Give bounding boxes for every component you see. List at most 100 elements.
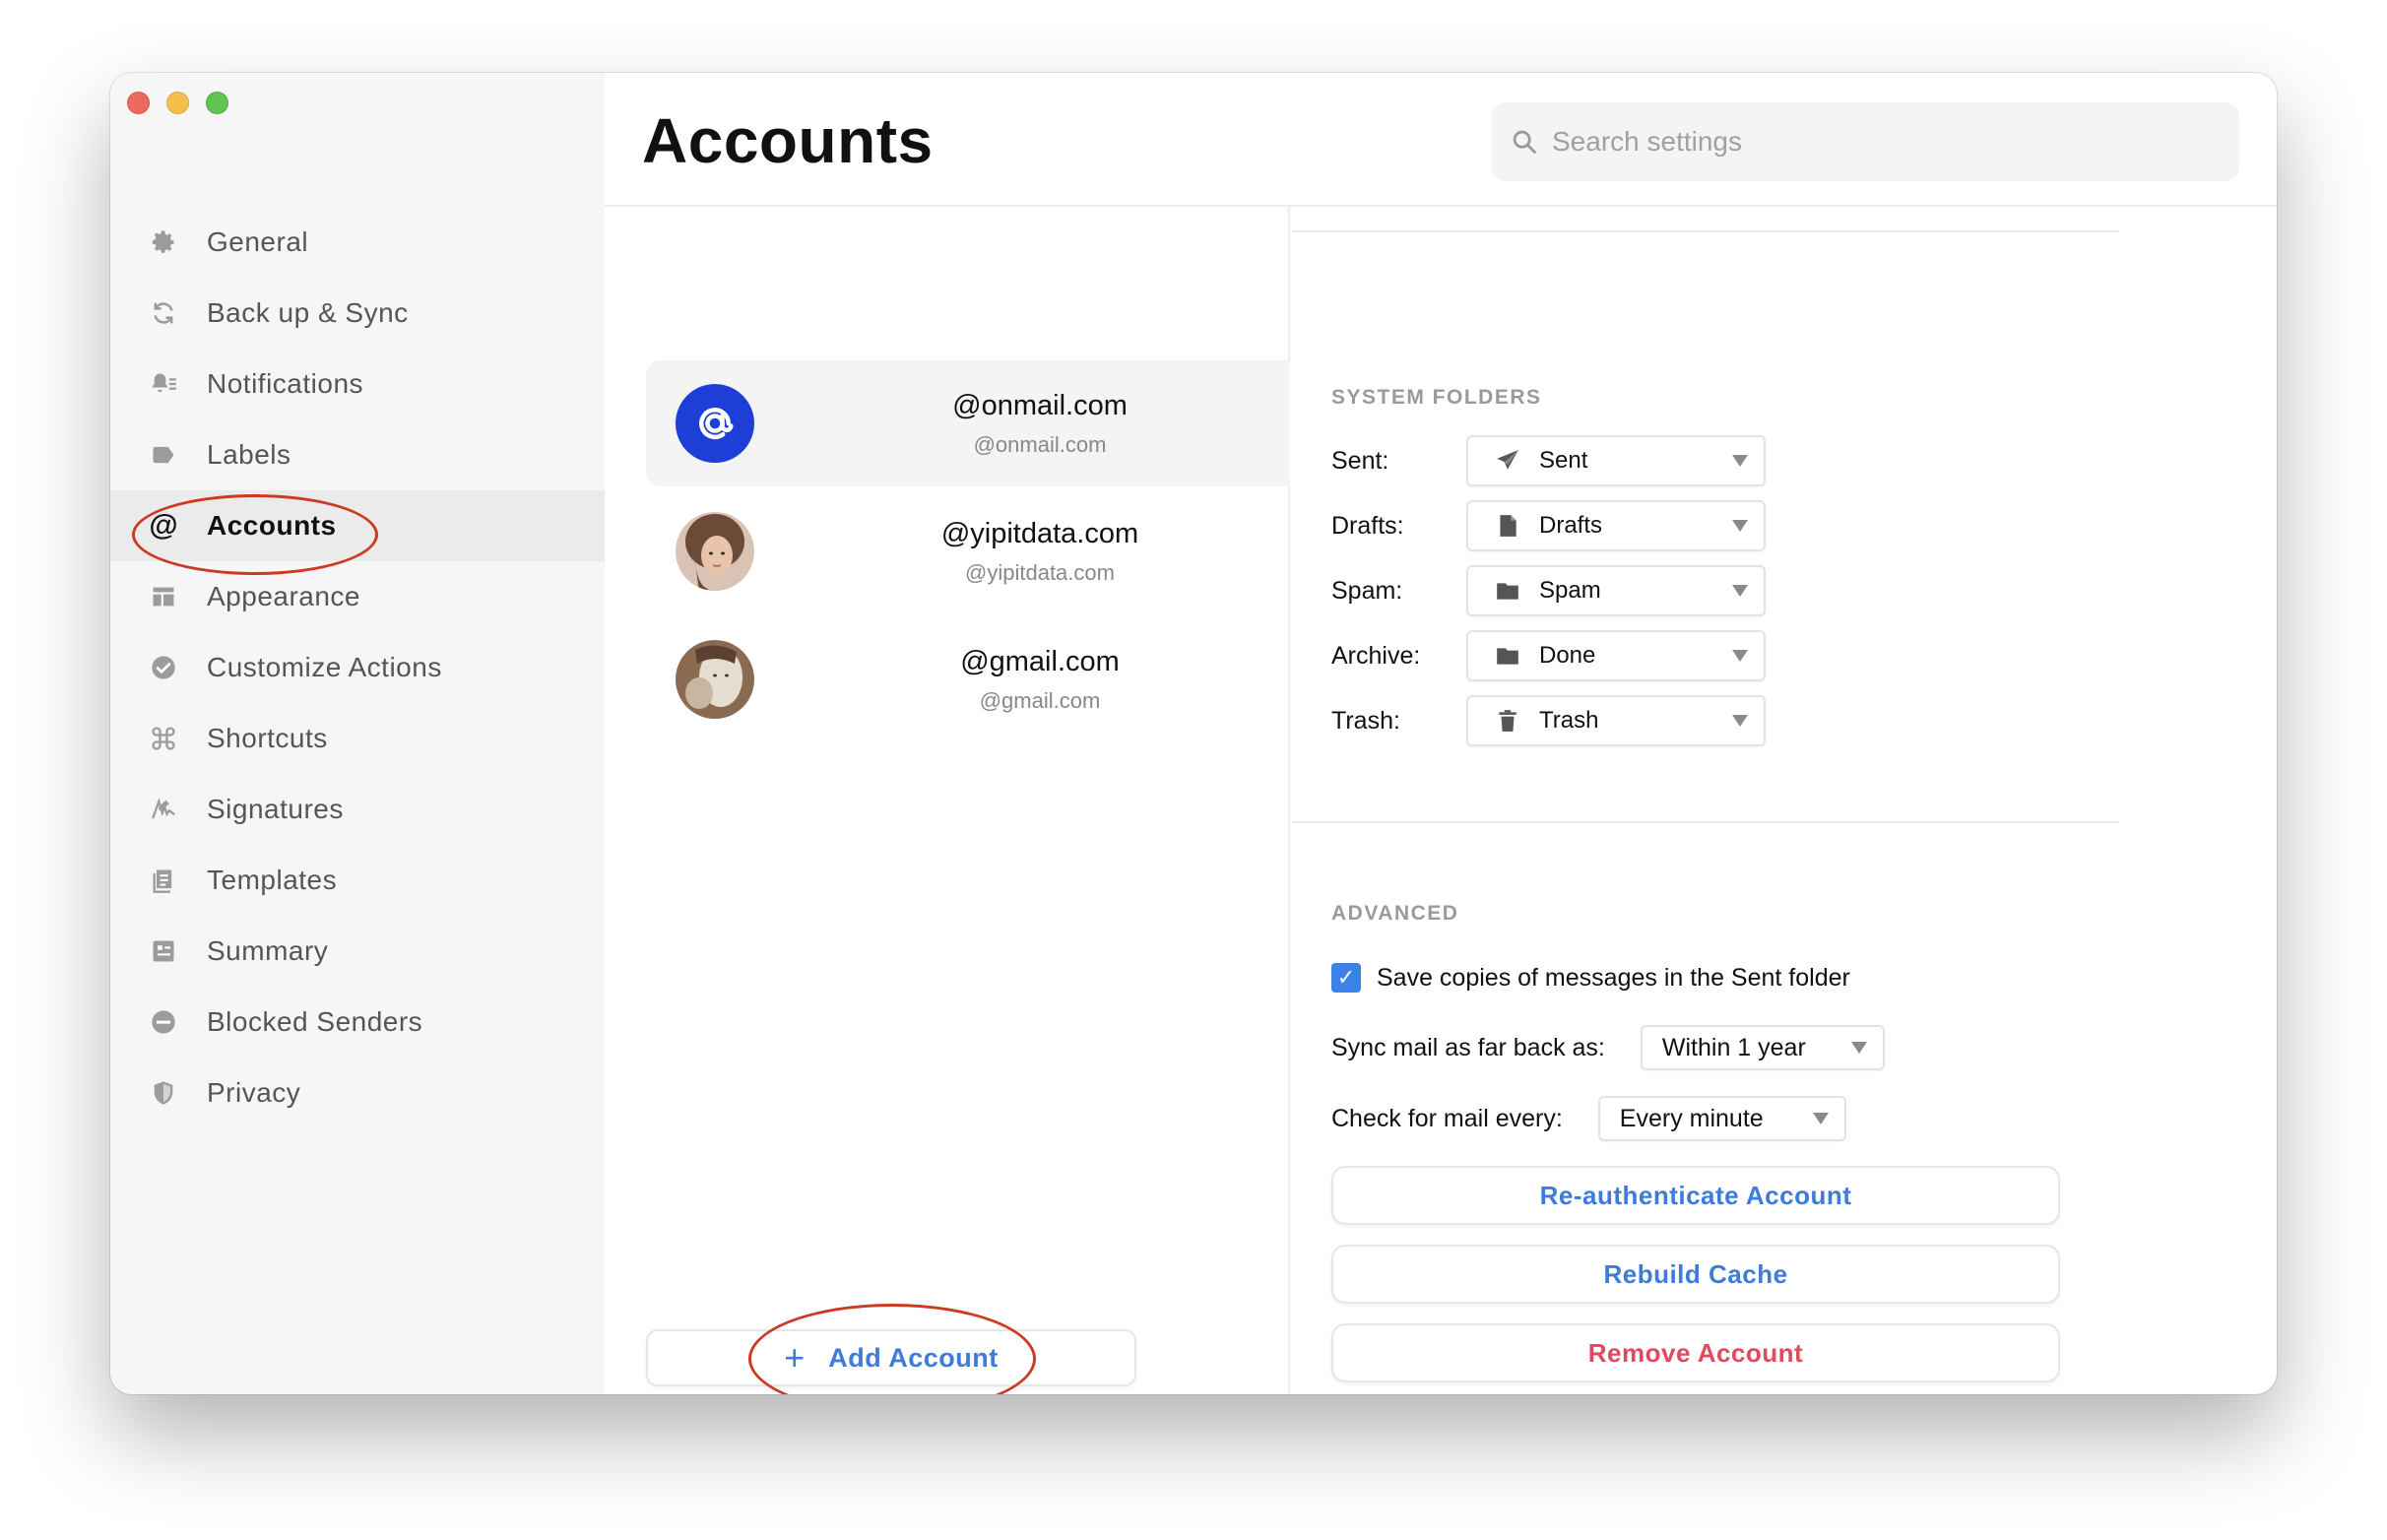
save-copies-label: Save copies of messages in the Sent fold… (1377, 963, 1850, 992)
folder-label: Sent: (1331, 446, 1389, 475)
account-name: @onmail.com (952, 389, 1128, 421)
sync-back-select[interactable]: Within 1 year (1640, 1025, 1885, 1070)
archive-folder-select[interactable]: Done (1466, 630, 1766, 681)
layout-icon (148, 581, 179, 612)
account-name: @gmail.com (960, 645, 1120, 677)
select-value: Sent (1539, 447, 1588, 474)
signature-icon (148, 794, 179, 825)
folder-icon (1494, 577, 1521, 605)
header: Accounts (605, 73, 2277, 207)
divider (1292, 230, 2119, 232)
sidebar-item-summary[interactable]: Summary (110, 916, 605, 987)
reauthenticate-account-button[interactable]: Re-authenticate Account (1331, 1166, 2060, 1225)
select-value: Within 1 year (1661, 1033, 1806, 1061)
summary-icon (148, 935, 179, 967)
folder-icon (1494, 642, 1521, 670)
sidebar-item-backup-sync[interactable]: Back up & Sync (110, 278, 605, 349)
account-email: @gmail.com (979, 687, 1101, 713)
folder-row-drafts: Drafts: Drafts (1331, 500, 1766, 551)
check-every-select[interactable]: Every minute (1597, 1096, 1846, 1141)
trash-folder-select[interactable]: Trash (1466, 695, 1766, 746)
at-sign-icon: @ (149, 509, 178, 542)
shield-icon (148, 1077, 179, 1109)
account-email: @yipitdata.com (965, 559, 1115, 585)
sync-back-label: Sync mail as far back as: (1331, 1033, 1605, 1061)
command-key-icon (148, 723, 179, 754)
sidebar-item-templates[interactable]: Templates (110, 845, 605, 916)
sidebar-item-label: Templates (207, 865, 338, 895)
templates-icon (148, 865, 179, 896)
folder-label: Spam: (1331, 576, 1403, 605)
sidebar-item-blocked-senders[interactable]: Blocked Senders (110, 987, 605, 1058)
folder-label: Trash: (1331, 706, 1400, 735)
sidebar-item-labels[interactable]: Labels (110, 419, 605, 490)
account-text: @gmail.com @gmail.com (833, 646, 1247, 714)
dropdown-caret-icon (1732, 650, 1748, 662)
search-box[interactable] (1491, 102, 2239, 181)
folder-row-archive: Archive: Done (1331, 630, 1766, 681)
sidebar-item-label: Accounts (207, 510, 337, 541)
add-account-label: Add Account (828, 1342, 999, 1373)
sidebar-item-label: Appearance (207, 581, 361, 611)
add-account-button[interactable]: + Add Account (646, 1329, 1136, 1386)
sidebar: General Back up & Sync Notifications Lab… (110, 73, 605, 1394)
spam-folder-select[interactable]: Spam (1466, 565, 1766, 616)
sidebar-item-signatures[interactable]: Signatures (110, 774, 605, 845)
plus-icon: + (784, 1337, 806, 1378)
check-every-row: Check for mail every: Every minute (1331, 1095, 1846, 1142)
sidebar-item-label: Back up & Sync (207, 297, 409, 328)
check-circle-icon (148, 652, 179, 683)
rebuild-cache-button[interactable]: Rebuild Cache (1331, 1245, 2060, 1304)
select-value: Trash (1539, 707, 1599, 734)
sidebar-item-label: Labels (207, 439, 291, 470)
account-settings-panel: SYSTEM FOLDERS Sent: Sent Drafts: Drafts… (1292, 207, 2277, 1394)
folder-row-sent: Sent: Sent (1331, 435, 1766, 486)
zoom-window-button[interactable] (206, 92, 228, 114)
search-input[interactable] (1552, 126, 2162, 158)
select-value: Drafts (1539, 512, 1603, 539)
window-controls (127, 92, 228, 114)
account-item-onmail[interactable]: @onmail.com @onmail.com (646, 360, 1290, 486)
sidebar-item-label: Signatures (207, 794, 344, 824)
account-text: @yipitdata.com @yipitdata.com (833, 518, 1247, 586)
sidebar-nav: General Back up & Sync Notifications Lab… (110, 207, 605, 1128)
close-window-button[interactable] (127, 92, 150, 114)
dropdown-caret-icon (1732, 715, 1748, 727)
minimize-window-button[interactable] (166, 92, 189, 114)
folder-row-spam: Spam: Spam (1331, 565, 1766, 616)
sidebar-item-customize-actions[interactable]: Customize Actions (110, 632, 605, 703)
label-tag-icon (148, 439, 179, 471)
sent-folder-select[interactable]: Sent (1466, 435, 1766, 486)
accounts-list-panel: @onmail.com @onmail.com @yipitdata.com @… (605, 207, 1290, 1394)
sidebar-item-notifications[interactable]: Notifications (110, 349, 605, 419)
sync-back-row: Sync mail as far back as: Within 1 year (1331, 1024, 1885, 1071)
folder-label: Archive: (1331, 641, 1421, 670)
account-email: @onmail.com (973, 431, 1107, 457)
sync-icon (148, 297, 179, 329)
drafts-folder-select[interactable]: Drafts (1466, 500, 1766, 551)
dropdown-caret-icon (1732, 455, 1748, 467)
sidebar-item-label: Customize Actions (207, 652, 442, 682)
check-every-label: Check for mail every: (1331, 1104, 1563, 1132)
select-value: Spam (1539, 577, 1601, 604)
sidebar-item-label: Shortcuts (207, 723, 328, 753)
sidebar-item-label: General (207, 226, 309, 257)
dropdown-caret-icon (1732, 585, 1748, 597)
remove-account-button[interactable]: Remove Account (1331, 1323, 2060, 1382)
account-text: @onmail.com @onmail.com (833, 390, 1247, 458)
sidebar-item-appearance[interactable]: Appearance (110, 561, 605, 632)
paper-plane-icon (1494, 447, 1521, 475)
dropdown-caret-icon (1850, 1042, 1867, 1054)
user-photo-avatar (676, 512, 754, 591)
account-name: @yipitdata.com (940, 517, 1139, 549)
account-item-yipitdata[interactable]: @yipitdata.com @yipitdata.com (646, 488, 1290, 614)
sidebar-item-general[interactable]: General (110, 207, 605, 278)
sidebar-item-accounts[interactable]: @ Accounts (110, 490, 605, 561)
sidebar-item-shortcuts[interactable]: Shortcuts (110, 703, 605, 774)
onmail-logo-icon (676, 384, 754, 463)
settings-window: General Back up & Sync Notifications Lab… (110, 73, 2277, 1394)
dropdown-caret-icon (1812, 1113, 1829, 1124)
account-item-gmail[interactable]: @gmail.com @gmail.com (646, 616, 1290, 742)
save-copies-checkbox[interactable]: ✓ (1331, 963, 1361, 993)
sidebar-item-privacy[interactable]: Privacy (110, 1058, 605, 1128)
